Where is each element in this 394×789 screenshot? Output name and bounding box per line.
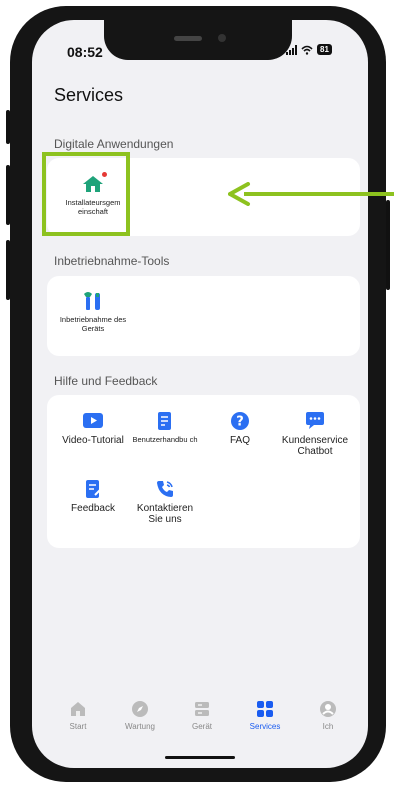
- service-item-label: Kundenservice Chatbot: [281, 435, 349, 457]
- tab-start[interactable]: Start: [53, 700, 103, 731]
- tab-ich[interactable]: Ich: [303, 700, 353, 731]
- compass-icon: [131, 700, 149, 718]
- tools-icon: [83, 291, 103, 311]
- home-indicator: [165, 756, 235, 759]
- phone-icon: [155, 479, 175, 499]
- section-heading-digital: Digitale Anwendungen: [54, 137, 174, 151]
- device-icon: [193, 700, 211, 718]
- phone-screen: [32, 20, 368, 768]
- grid-icon: [256, 700, 274, 718]
- svg-text:?: ?: [236, 415, 244, 430]
- service-item-device-commissioning[interactable]: Inbetriebnahme des Geräts: [55, 291, 131, 333]
- home-tab-icon: [69, 700, 87, 718]
- service-item-feedback[interactable]: Feedback: [55, 479, 131, 514]
- manual-icon: [156, 411, 174, 431]
- chat-icon: [304, 411, 326, 431]
- highlight-box: [42, 152, 130, 236]
- play-icon: [82, 411, 104, 431]
- battery-indicator: 81: [317, 44, 332, 55]
- service-item-chatbot[interactable]: Kundenservice Chatbot: [275, 411, 355, 457]
- card-commissioning: Inbetriebnahme des Geräts: [47, 276, 360, 356]
- tab-label: Gerät: [191, 722, 212, 731]
- service-item-label: Inbetriebnahme des Geräts: [59, 315, 127, 333]
- tab-geraet[interactable]: Gerät: [177, 700, 227, 731]
- service-item-label: Kontaktieren Sie uns: [136, 503, 194, 525]
- user-icon: [319, 700, 337, 718]
- service-item-label: Feedback: [71, 503, 115, 514]
- arrow-left-icon: [228, 182, 394, 206]
- tab-label: Services: [249, 722, 281, 731]
- tab-label: Wartung: [125, 722, 155, 731]
- question-icon: ?: [230, 411, 250, 431]
- signal-icon: [286, 44, 297, 55]
- service-item-faq[interactable]: ? FAQ: [205, 411, 275, 446]
- service-item-label: Video-Tutorial: [62, 435, 124, 446]
- tab-label: Ich: [322, 722, 334, 731]
- service-item-contact[interactable]: Kontaktieren Sie uns: [130, 479, 200, 525]
- feedback-icon: [84, 479, 102, 499]
- service-item-video-tutorial[interactable]: Video-Tutorial: [55, 411, 131, 446]
- power-button: [386, 200, 390, 290]
- status-time: 08:52: [67, 44, 103, 60]
- service-item-user-manual[interactable]: Benutzerhandbu ch: [130, 411, 200, 444]
- page-title: Services: [54, 85, 124, 105]
- status-icons: 81: [286, 44, 332, 55]
- section-heading-help: Hilfe und Feedback: [54, 374, 158, 388]
- card-help: Video-Tutorial Benutzerhandbu ch ? FAQ K…: [47, 395, 360, 548]
- tab-bar: Start Wartung Gerät Services Ich: [32, 694, 368, 744]
- wifi-icon: [301, 45, 313, 55]
- tab-wartung[interactable]: Wartung: [115, 700, 165, 731]
- service-item-label: FAQ: [229, 435, 250, 446]
- service-item-label: Benutzerhandbu ch: [132, 435, 198, 444]
- tab-services[interactable]: Services: [240, 700, 290, 731]
- section-heading-commissioning: Inbetriebnahme-Tools: [54, 254, 170, 268]
- tab-label: Start: [69, 722, 87, 731]
- notch: [104, 20, 292, 60]
